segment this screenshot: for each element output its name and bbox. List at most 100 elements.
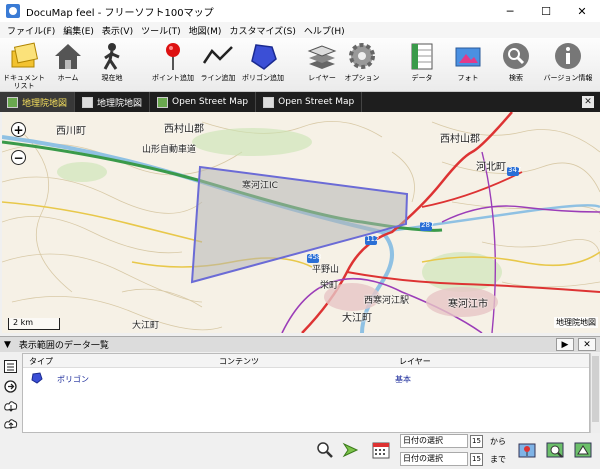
home-label: ホーム — [57, 74, 79, 82]
layers-icon — [306, 40, 338, 72]
date-from-calendar-icon[interactable]: 15 — [470, 435, 483, 448]
table-scrollbar[interactable] — [590, 353, 600, 433]
search-button[interactable]: 検索 — [500, 40, 532, 90]
route-shield-label: 112 — [366, 235, 380, 243]
document-list-icon — [8, 40, 40, 72]
map-scale-bar: 2 km — [8, 318, 60, 330]
version-info-button[interactable]: バージョン情報 — [544, 40, 592, 90]
map-view[interactable]: + − 西川町 西村山郡 西村山郡 河北町 寒河江市 大江町 大江町 山形自動車… — [2, 112, 600, 333]
version-info-label: バージョン情報 — [543, 74, 593, 82]
minimize-button[interactable]: ─ — [492, 0, 528, 22]
spreadsheet-icon — [406, 40, 438, 72]
current-location-button[interactable]: 現在地 — [96, 40, 128, 90]
map-label: 河北町 — [476, 162, 506, 173]
route-shield-label: 347 — [508, 166, 522, 174]
menu-edit[interactable]: 編集(E) — [59, 24, 98, 37]
scrollbar-thumb[interactable] — [592, 356, 599, 422]
map-tab-icon — [263, 96, 275, 108]
maximize-button[interactable]: ☐ — [528, 0, 564, 22]
panel-side-toolbar — [0, 353, 22, 433]
date-to-calendar-icon[interactable]: 15 — [470, 453, 483, 466]
option-label: オプション — [344, 74, 380, 82]
list-view-icon[interactable] — [3, 359, 18, 374]
home-button[interactable]: ホーム — [52, 40, 84, 90]
menu-view[interactable]: 表示(V) — [98, 24, 137, 37]
add-polygon-button[interactable]: ポリゴン追加 — [240, 40, 286, 90]
bottom-toolbar: 日付の選択 15 から 日付の選択 15 まで — [0, 433, 600, 469]
column-header-content[interactable]: コンテンツ — [219, 356, 259, 367]
tab-close-button[interactable]: ✕ — [582, 96, 594, 108]
layer-button[interactable]: レイヤー — [304, 40, 340, 90]
gear-icon — [346, 40, 378, 72]
row-type: ポリゴン — [57, 375, 89, 384]
date-from-label: から — [490, 437, 506, 446]
tab-osm-2[interactable]: Open Street Map — [256, 92, 363, 112]
column-header-layer[interactable]: レイヤー — [399, 356, 431, 367]
row-layer: 基本 — [395, 375, 411, 384]
menu-map[interactable]: 地図(M) — [185, 24, 226, 37]
option-button[interactable]: オプション — [344, 40, 380, 90]
data-button[interactable]: データ — [406, 40, 438, 90]
arrow-right-circle-icon[interactable] — [3, 379, 18, 394]
menu-customize[interactable]: カスタマイズ(S) — [225, 24, 299, 37]
forward-arrow-icon[interactable] — [342, 441, 360, 459]
close-button[interactable]: ✕ — [564, 0, 600, 22]
table-row[interactable]: ポリゴン 基本 — [23, 372, 589, 386]
walking-person-icon — [96, 40, 128, 72]
tab-gsi-map-2[interactable]: 地理院地図 — [75, 92, 151, 112]
document-list-button[interactable]: ドキュメント リスト — [3, 40, 45, 90]
table-header: タイプ コンテンツ レイヤー — [23, 354, 589, 368]
map-label: 平野山 — [312, 265, 340, 275]
map-label: 西村山郡 — [164, 124, 204, 135]
menu-bar: ファイル(F) 編集(E) 表示(V) ツール(T) 地図(M) カスタマイズ(… — [0, 22, 600, 38]
tab-label: 地理院地図 — [22, 98, 68, 109]
window-title: DocuMap feel - フリーソフト100マップ — [26, 7, 214, 19]
map-label: 山形自動車道 — [142, 145, 197, 155]
line-icon — [202, 40, 234, 72]
data-panel-title: 表示範囲のデータ一覧 — [18, 341, 109, 351]
map-label: 栄町 — [320, 281, 339, 291]
map-label: 西寒河江駅 — [364, 296, 410, 306]
info-icon — [552, 40, 584, 72]
cloud-download-icon[interactable] — [3, 399, 18, 414]
menu-tools[interactable]: ツール(T) — [137, 24, 185, 37]
map-label: 寒河江IC — [242, 181, 278, 191]
tab-label: 地理院地図 — [97, 98, 143, 109]
add-line-label: ライン追加 — [200, 74, 236, 82]
zoom-search-icon[interactable] — [316, 441, 334, 459]
photo-button[interactable]: フォト — [452, 40, 484, 90]
menu-help[interactable]: ヘルプ(H) — [300, 24, 349, 37]
polygon-icon — [247, 40, 279, 72]
map-pin-search-icon[interactable] — [518, 441, 536, 459]
tab-gsi-map-1[interactable]: 地理院地図 — [0, 92, 76, 112]
map-label: 寒河江市 — [448, 299, 488, 310]
cloud-upload-icon[interactable] — [3, 417, 18, 432]
collapse-panel-button[interactable]: ▼ — [4, 340, 11, 350]
map-tab-icon — [157, 96, 169, 108]
add-line-button[interactable]: ライン追加 — [198, 40, 238, 90]
column-header-type[interactable]: タイプ — [29, 356, 53, 367]
panel-close-button[interactable]: ✕ — [578, 338, 596, 351]
map-extent-icon[interactable] — [574, 441, 592, 459]
date-to-field[interactable]: 日付の選択 — [400, 452, 468, 466]
map-canvas — [2, 112, 600, 333]
add-point-button[interactable]: ポイント追加 — [150, 40, 196, 90]
map-label: 西川町 — [56, 126, 86, 137]
date-from-field[interactable]: 日付の選択 — [400, 434, 468, 448]
search-icon — [500, 40, 532, 72]
zoom-out-button[interactable]: − — [11, 150, 26, 165]
map-label: 大江町 — [132, 321, 160, 331]
add-polygon-label: ポリゴン追加 — [242, 74, 284, 82]
map-label: 大江町 — [342, 313, 372, 324]
menu-file[interactable]: ファイル(F) — [3, 24, 59, 37]
calendar-icon[interactable] — [372, 441, 390, 459]
tab-osm-1[interactable]: Open Street Map — [150, 92, 257, 112]
map-zoom-icon[interactable] — [546, 441, 564, 459]
photo-label: フォト — [457, 74, 479, 82]
play-button[interactable]: ▶ — [556, 338, 574, 351]
zoom-in-button[interactable]: + — [11, 122, 26, 137]
add-point-label: ポイント追加 — [152, 74, 194, 82]
map-tab-icon — [7, 96, 18, 108]
title-bar: DocuMap feel - フリーソフト100マップ ─ ☐ ✕ — [0, 0, 600, 22]
data-table: タイプ コンテンツ レイヤー ポリゴン 基本 — [22, 353, 590, 433]
